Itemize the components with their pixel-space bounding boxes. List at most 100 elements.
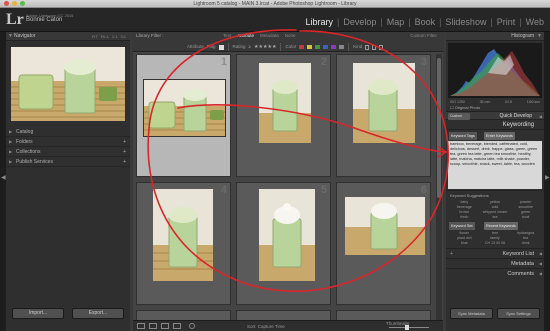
original-photo-checkbox[interactable]: ☐ Original Photo [446,104,544,111]
module-slideshow[interactable]: Slideshow [445,17,486,27]
keyword-set-row: Keyword Set Recent Keywords [448,222,542,230]
module-map[interactable]: Map [387,17,405,27]
filter-tab-text[interactable]: Text [223,33,231,38]
module-web[interactable]: Web [526,17,544,27]
grid-cell[interactable]: 3 [336,54,431,177]
suggestion-item[interactable]: brown [449,210,480,214]
keyword-set-item[interactable]: blue [449,241,480,245]
sort-control[interactable]: Sort: Capture Time [247,324,285,329]
suggestion-item[interactable]: smoothie [510,205,541,209]
grid-view-icon[interactable] [137,323,145,329]
suggestion-item[interactable]: bowl [510,215,541,219]
kind-video-icon[interactable] [379,44,384,50]
zoom-fill[interactable]: FILL [101,32,109,41]
module-develop[interactable]: Develop [343,17,376,27]
rating-stars[interactable]: ★★★★★ [254,43,276,51]
module-separator: | [336,17,340,27]
add-collection-icon[interactable]: + [123,147,126,157]
folders-panel[interactable]: ▶ Folders + [6,137,130,147]
color-purple-swatch[interactable] [331,45,337,49]
kind-master-icon[interactable] [365,44,370,50]
loupe-view-icon[interactable] [149,323,157,329]
keyword-set-select[interactable]: Recent Keywords [484,222,518,230]
zoom-3-1[interactable]: 3:1 [120,32,126,41]
scrollbar-thumb[interactable] [437,58,441,198]
keyword-set-item[interactable]: family [480,236,511,240]
suggestion-item[interactable]: whipped cream [480,210,511,214]
grid-cell[interactable]: 2 [236,54,331,177]
navigator-header[interactable]: ▼ Navigator FIT FILL 1:1 3:1 [6,32,130,41]
histogram-graph[interactable] [448,43,542,98]
suggestion-item[interactable]: yellow [480,200,511,204]
metadata-header[interactable]: Metadata ◀ [446,258,544,268]
thumbnail-image[interactable] [353,63,415,143]
thumbnail-image[interactable] [153,189,213,281]
module-book[interactable]: Book [415,17,436,27]
collections-panel[interactable]: ▶ Collections + [6,147,130,157]
module-print[interactable]: Print [497,17,516,27]
publish-services-panel[interactable]: ▶ Publish Services + [6,157,130,167]
catalog-panel[interactable]: ▶ Catalog [6,127,130,137]
filter-tab-none[interactable]: None [285,33,296,38]
keywording-header[interactable]: Keywording [446,120,544,130]
keyword-set-item[interactable]: flower [449,231,480,235]
survey-view-icon[interactable] [173,323,181,329]
export-button[interactable]: Export... [72,308,124,319]
color-red-swatch[interactable] [299,45,305,49]
quick-develop-header[interactable]: Custom Quick Develop ◀ [446,111,544,120]
keyword-set-item[interactable]: CH 13 00 06 [480,241,511,245]
custom-filter-dropdown[interactable]: Custom Filter [410,33,437,38]
keyword-list-header[interactable]: + Keyword List ◀ [446,248,544,258]
navigator-preview[interactable] [11,47,125,121]
keyword-set-item[interactable]: drink [510,241,541,245]
suggestion-item[interactable]: dairy [449,200,480,204]
thumbnail-image[interactable] [259,189,315,281]
compare-view-icon[interactable] [161,323,169,329]
keyword-set-item[interactable]: hydrangea [510,231,541,235]
keyword-set-item[interactable]: plant drill [449,236,480,240]
suggestion-item[interactable]: beverage [449,205,480,209]
sync-metadata-button[interactable]: Sync Metadata [450,308,493,319]
filter-tab-metadata[interactable]: Metadata [260,33,279,38]
thumbnail-image[interactable] [143,79,226,137]
suggestion-item[interactable]: tea [480,215,511,219]
thumbnail-image[interactable] [259,63,311,143]
sync-settings-button[interactable]: Sync Settings [497,308,540,319]
import-button[interactable]: Import... [12,308,64,319]
people-view-icon[interactable] [189,323,195,329]
zoom-fit[interactable]: FIT [92,32,98,41]
color-yellow-swatch[interactable] [307,45,313,49]
sort-value: Capture Time [257,324,285,329]
module-library[interactable]: Library [305,17,333,27]
keyword-set-item[interactable]: tea [510,236,541,240]
histogram-header[interactable]: Histogram ▼ [446,32,544,41]
comments-header[interactable]: Comments ◀ [446,268,544,278]
grid-cell[interactable]: 5 [236,182,331,305]
suggestion-item[interactable]: cold [480,205,511,209]
saved-preset-select[interactable]: Custom [448,113,470,120]
color-none-swatch[interactable] [339,45,345,49]
kind-copy-icon[interactable] [372,44,377,50]
filter-tab-attribute[interactable]: Attribute [237,33,254,38]
color-blue-swatch[interactable] [323,45,329,49]
right-panel-toggle[interactable]: ▶ [544,32,550,331]
keywords-textarea[interactable]: bamboo, beverage, blended, caffeinated, … [448,141,542,189]
thumbnail-image[interactable] [345,197,425,255]
add-publish-service-icon[interactable]: + [123,157,126,167]
keyword-tags-mode[interactable]: Enter Keywords [484,132,515,140]
suggestion-item[interactable]: green [510,210,541,214]
color-green-swatch[interactable] [315,45,321,49]
slider-handle[interactable] [405,325,409,330]
grid-cell[interactable]: 4 [136,182,231,305]
suggestion-item[interactable]: fresh [449,215,480,219]
grid-cell[interactable]: 1 [136,54,231,177]
keyword-set-item[interactable]: tree [480,231,511,235]
add-folder-icon[interactable]: + [123,137,126,147]
rating-operator[interactable]: ≥ [249,43,251,51]
flag-icon[interactable] [218,44,224,50]
grid-scrollbar[interactable] [436,54,442,320]
grid-cell[interactable]: 6 [336,182,431,305]
thumbnail-size-slider[interactable] [389,327,429,328]
suggestion-item[interactable]: powder [510,200,541,204]
zoom-1-1[interactable]: 1:1 [112,32,118,41]
